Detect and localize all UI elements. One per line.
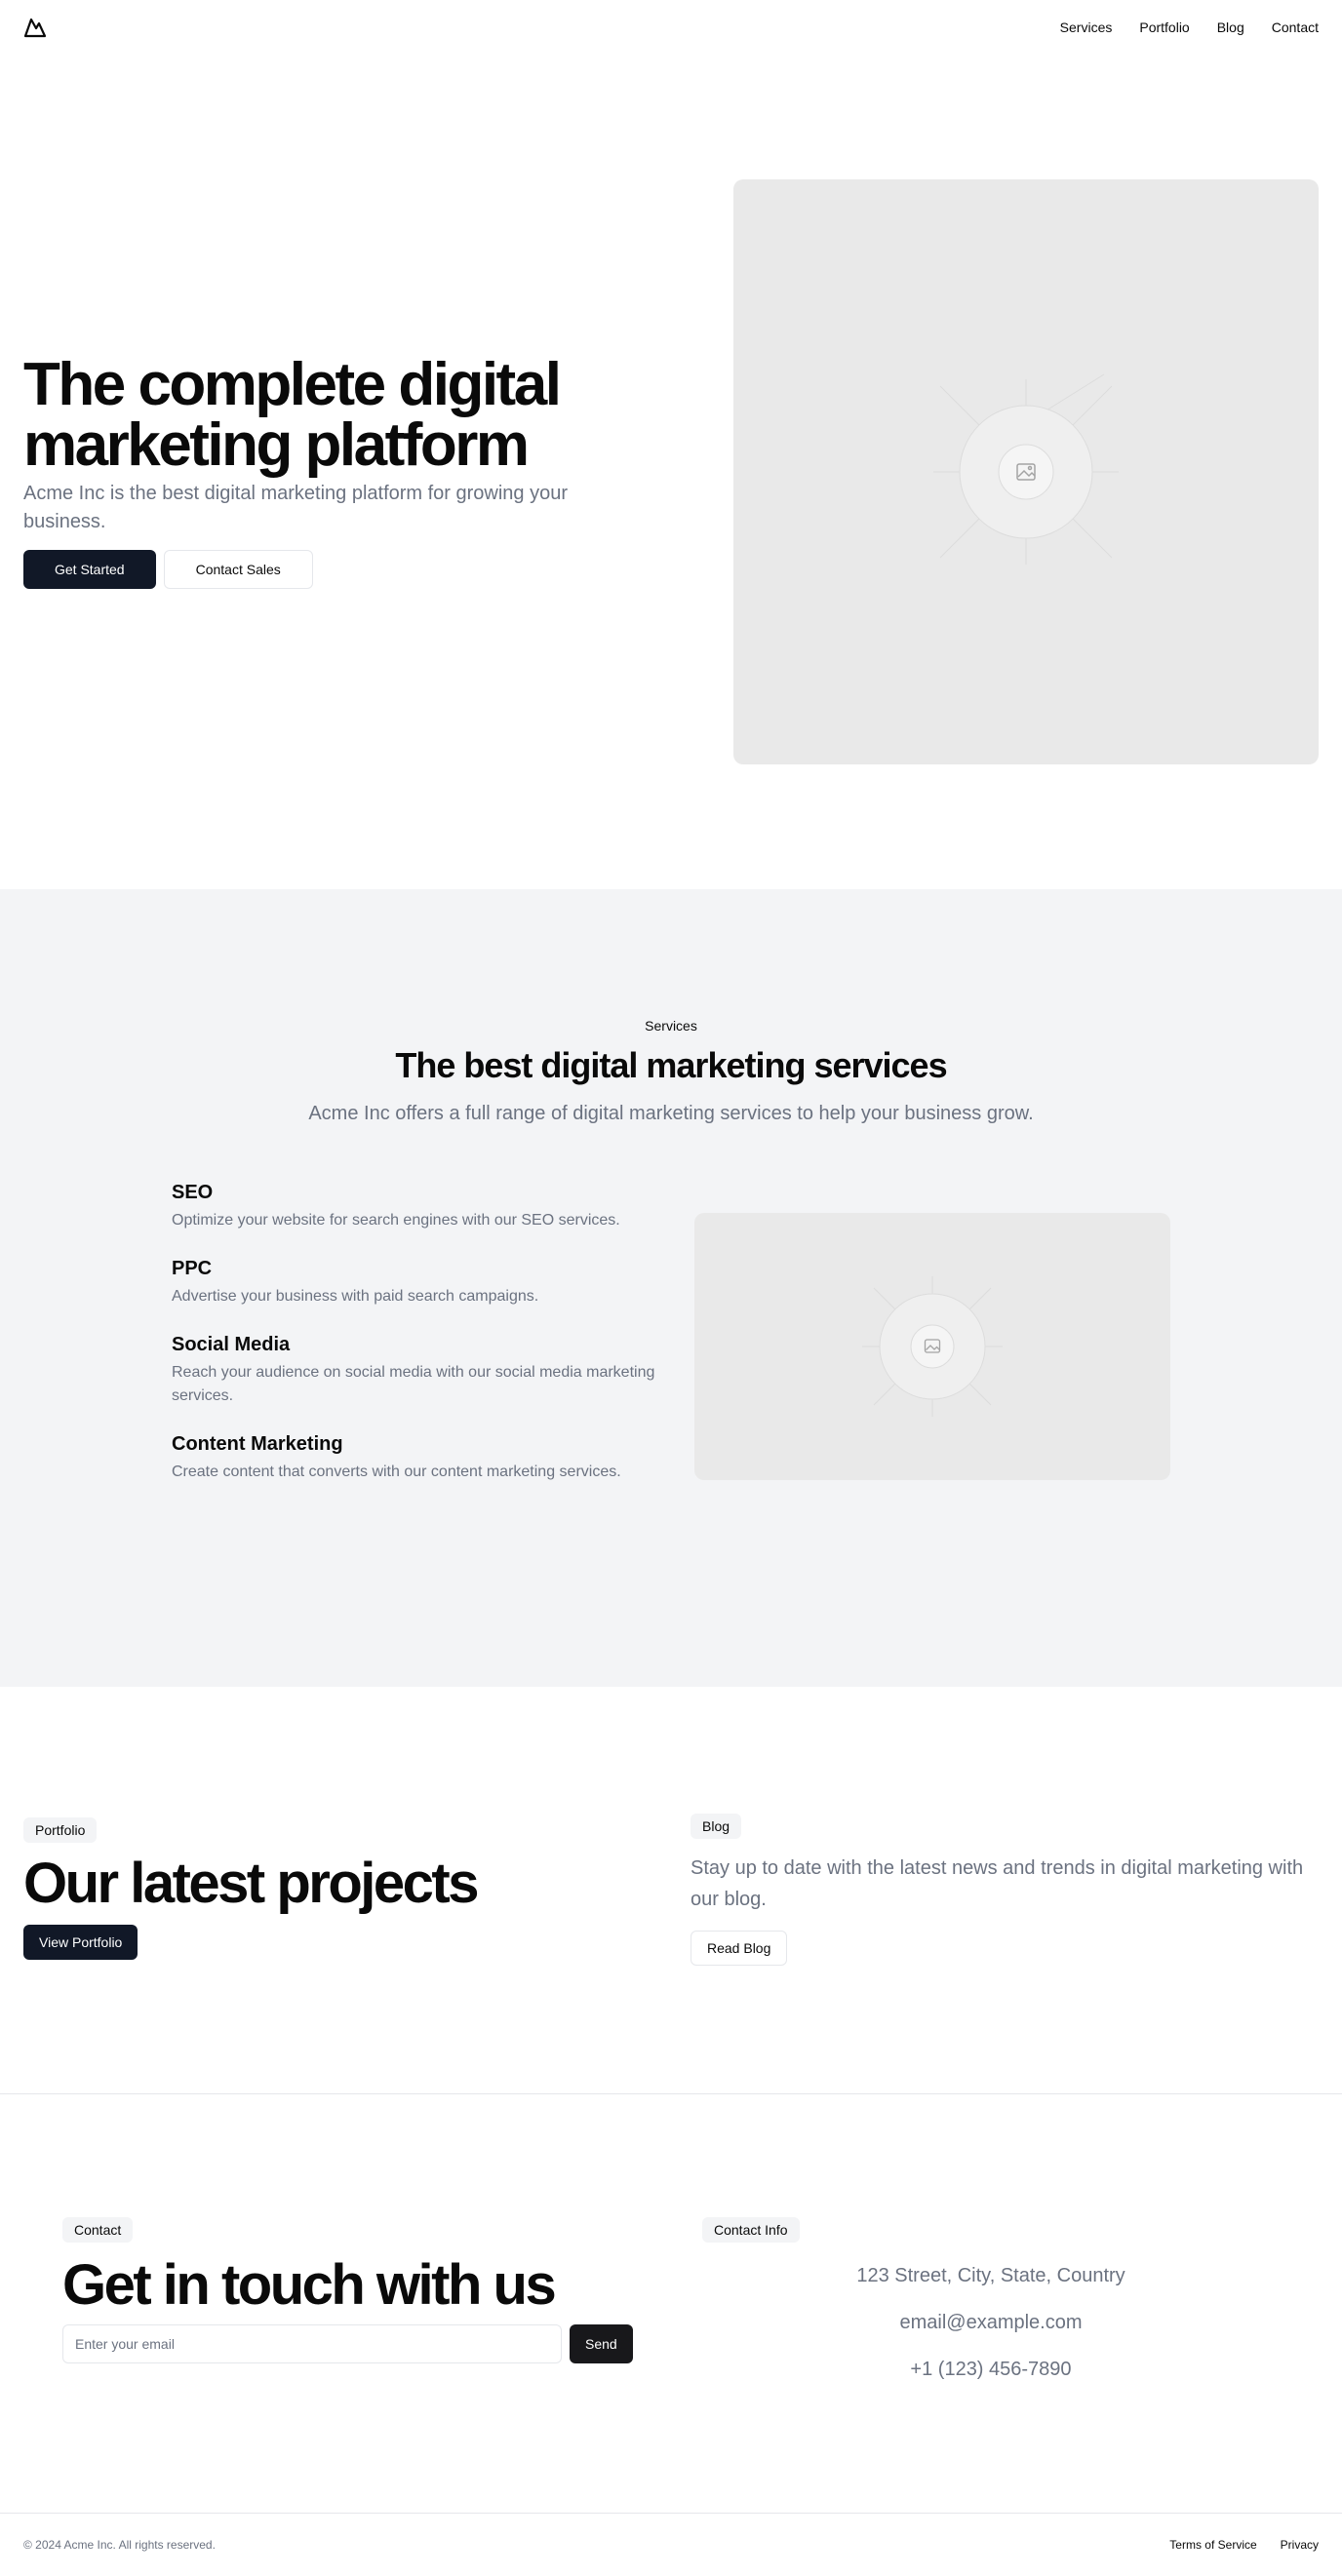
- contact-section: Contact Get in touch with us Send Contac…: [0, 2094, 1342, 2514]
- email-input[interactable]: [62, 2324, 562, 2363]
- portfolio-blog-section: Portfolio Our latest projects View Portf…: [0, 1687, 1342, 2094]
- hero-buttons: Get Started Contact Sales: [23, 550, 609, 589]
- portfolio-title: Our latest projects: [23, 1852, 479, 1915]
- services-tag: Services: [645, 1018, 697, 1034]
- contact-email: email@example.com: [899, 2312, 1083, 2333]
- service-item-social-media: Social Media Reach your audience on soci…: [172, 1332, 679, 1408]
- hero-title-line2: marketing platform: [23, 411, 530, 479]
- services-subtitle: Acme Inc offers a full range of digital …: [308, 1103, 1034, 1124]
- hero-subtitle: Acme Inc is the best digital marketing p…: [23, 483, 569, 532]
- service-name: PPC: [172, 1258, 213, 1279]
- copyright: © 2024 Acme Inc. All rights reserved.: [23, 2537, 216, 2552]
- hero-text: The complete digital marketing platform …: [23, 355, 609, 589]
- service-desc: Advertise your business with paid search…: [172, 1288, 539, 1305]
- blog-badge: Blog: [691, 1814, 742, 1839]
- service-desc: Reach your audience on social media with…: [172, 1364, 655, 1404]
- service-name: Social Media: [172, 1334, 291, 1355]
- contact-info-badge: Contact Info: [702, 2217, 800, 2243]
- get-started-button[interactable]: Get Started: [23, 550, 156, 589]
- contact-form: Send: [62, 2324, 633, 2363]
- main-nav: Services Portfolio Blog Contact: [1060, 20, 1319, 35]
- portfolio-badge: Portfolio: [23, 1817, 98, 1843]
- service-item-seo: SEO Optimize your website for search eng…: [172, 1180, 679, 1232]
- hero-title-line1: The complete digital: [23, 351, 562, 418]
- image-placeholder-icon: [862, 1276, 1003, 1417]
- service-name: Content Marketing: [172, 1433, 343, 1455]
- blog-column: Blog Stay up to date with the latest new…: [691, 1814, 1324, 1966]
- service-desc: Create content that converts with our co…: [172, 1464, 621, 1480]
- terms-link[interactable]: Terms of Service: [1169, 2538, 1256, 2552]
- portfolio-column: Portfolio Our latest projects View Portf…: [23, 1817, 479, 1960]
- hero-title: The complete digital marketing platform: [23, 355, 609, 476]
- send-button[interactable]: Send: [570, 2324, 633, 2363]
- nav-services[interactable]: Services: [1060, 20, 1113, 35]
- nav-contact[interactable]: Contact: [1272, 20, 1319, 35]
- footer-links: Terms of Service Privacy: [1169, 2538, 1319, 2552]
- services-title: The best digital marketing services: [395, 1045, 947, 1085]
- hero-section: The complete digital marketing platform …: [0, 55, 1342, 889]
- contact-title: Get in touch with us: [62, 2253, 557, 2317]
- mountain-icon[interactable]: [23, 16, 47, 39]
- service-item-ppc: PPC Advertise your business with paid se…: [172, 1256, 679, 1308]
- contact-form-column: Contact Get in touch with us Send: [62, 2217, 633, 2363]
- privacy-link[interactable]: Privacy: [1281, 2538, 1319, 2552]
- blog-subtitle: Stay up to date with the latest news and…: [691, 1857, 1304, 1910]
- nav-portfolio[interactable]: Portfolio: [1139, 20, 1189, 35]
- site-footer: © 2024 Acme Inc. All rights reserved. Te…: [0, 2514, 1342, 2575]
- service-item-content-marketing: Content Marketing Create content that co…: [172, 1431, 679, 1484]
- contact-badge: Contact: [62, 2217, 134, 2243]
- contact-phone: +1 (123) 456-7890: [910, 2359, 1072, 2380]
- contact-info-lines: 123 Street, City, State, Country email@e…: [702, 2252, 1280, 2393]
- nav-blog[interactable]: Blog: [1217, 20, 1244, 35]
- contact-sales-button[interactable]: Contact Sales: [163, 550, 313, 589]
- service-name: SEO: [172, 1182, 214, 1203]
- contact-address: 123 Street, City, State, Country: [856, 2265, 1125, 2286]
- service-desc: Optimize your website for search engines…: [172, 1212, 620, 1229]
- view-portfolio-button[interactable]: View Portfolio: [23, 1925, 138, 1960]
- services-section: Services The best digital marketing serv…: [0, 889, 1342, 1687]
- contact-info-column: Contact Info 123 Street, City, State, Co…: [702, 2217, 1287, 2393]
- read-blog-button[interactable]: Read Blog: [691, 1931, 788, 1966]
- site-header: Services Portfolio Blog Contact: [0, 0, 1342, 55]
- image-placeholder-icon: [933, 373, 1119, 565]
- services-image-placeholder: [694, 1213, 1170, 1480]
- service-list: SEO Optimize your website for search eng…: [172, 1180, 679, 1507]
- hero-image-placeholder: [733, 179, 1319, 764]
